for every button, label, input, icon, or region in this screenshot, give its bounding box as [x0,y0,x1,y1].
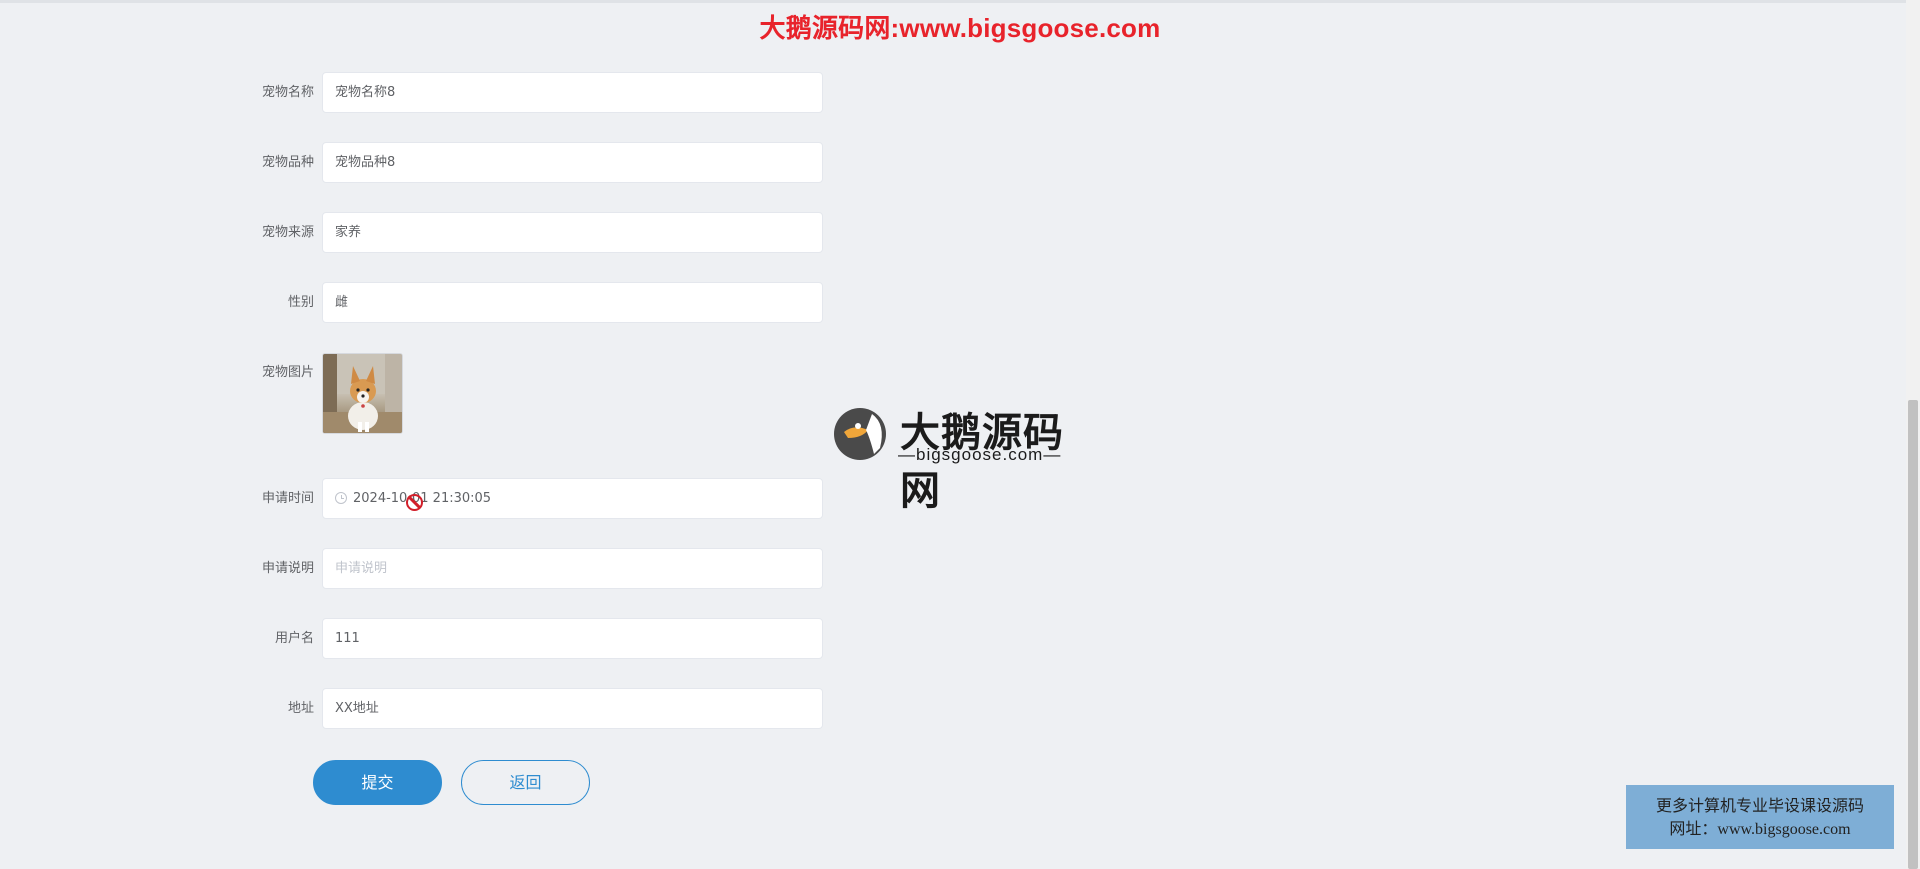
apply-note-input[interactable]: 申请说明 [322,548,823,589]
row-apply-time: 申请时间 [0,478,314,519]
address-input[interactable]: XX地址 [322,688,823,729]
row-pet-name: 宠物名称 [0,72,314,113]
label-apply-time: 申请时间 [261,491,314,506]
back-button[interactable]: 返回 [461,760,590,805]
row-pet-source: 宠物来源 [0,212,314,253]
page-scrollbar[interactable] [1906,0,1920,869]
goose-logo-icon [834,408,886,460]
promo-line-2: 网址：www.bigsgoose.com [1669,821,1851,838]
row-address: 地址 [0,688,314,729]
label-pet-name: 宠物名称 [261,85,314,100]
watermark-banner: 大鹅源码网:www.bigsgoose.com [759,13,1161,43]
not-allowed-icon [406,494,423,511]
gender-input[interactable]: 雌 [322,282,823,323]
watermark-logo: 大鹅源码网 —bigsgoose.com— [824,400,1104,513]
promo-line-1: 更多计算机专业毕设课设源码 [1655,798,1864,815]
row-gender: 性别 [0,282,314,323]
top-border [0,0,1920,3]
scrollbar-thumb[interactable] [1908,400,1918,869]
pet-image-thumbnail[interactable] [322,353,403,434]
row-username: 用户名 [0,618,314,659]
clock-icon [335,491,347,504]
row-pet-image: 宠物图片 [0,353,314,394]
apply-time-picker[interactable]: 2024-10-01 21:30:05 [322,478,823,519]
pet-name-input[interactable]: 宠物名称8 [322,72,823,113]
logo-subtitle: —bigsgoose.com— [898,445,1062,464]
username-input[interactable]: 111 [322,618,823,659]
label-pet-breed: 宠物品种 [261,155,314,170]
pet-source-input[interactable]: 家养 [322,212,823,253]
label-pet-source: 宠物来源 [261,225,314,240]
promo-box: 更多计算机专业毕设课设源码 网址：www.bigsgoose.com [1626,785,1894,849]
submit-button[interactable]: 提交 [313,760,442,805]
dog-photo [323,354,402,433]
label-username: 用户名 [274,631,314,646]
row-pet-breed: 宠物品种 [0,142,314,183]
label-apply-note: 申请说明 [261,561,314,576]
label-gender: 性别 [287,295,314,310]
pet-breed-input[interactable]: 宠物品种8 [322,142,823,183]
label-address: 地址 [287,701,314,716]
row-apply-note: 申请说明 [0,548,314,589]
label-pet-image: 宠物图片 [261,365,314,380]
